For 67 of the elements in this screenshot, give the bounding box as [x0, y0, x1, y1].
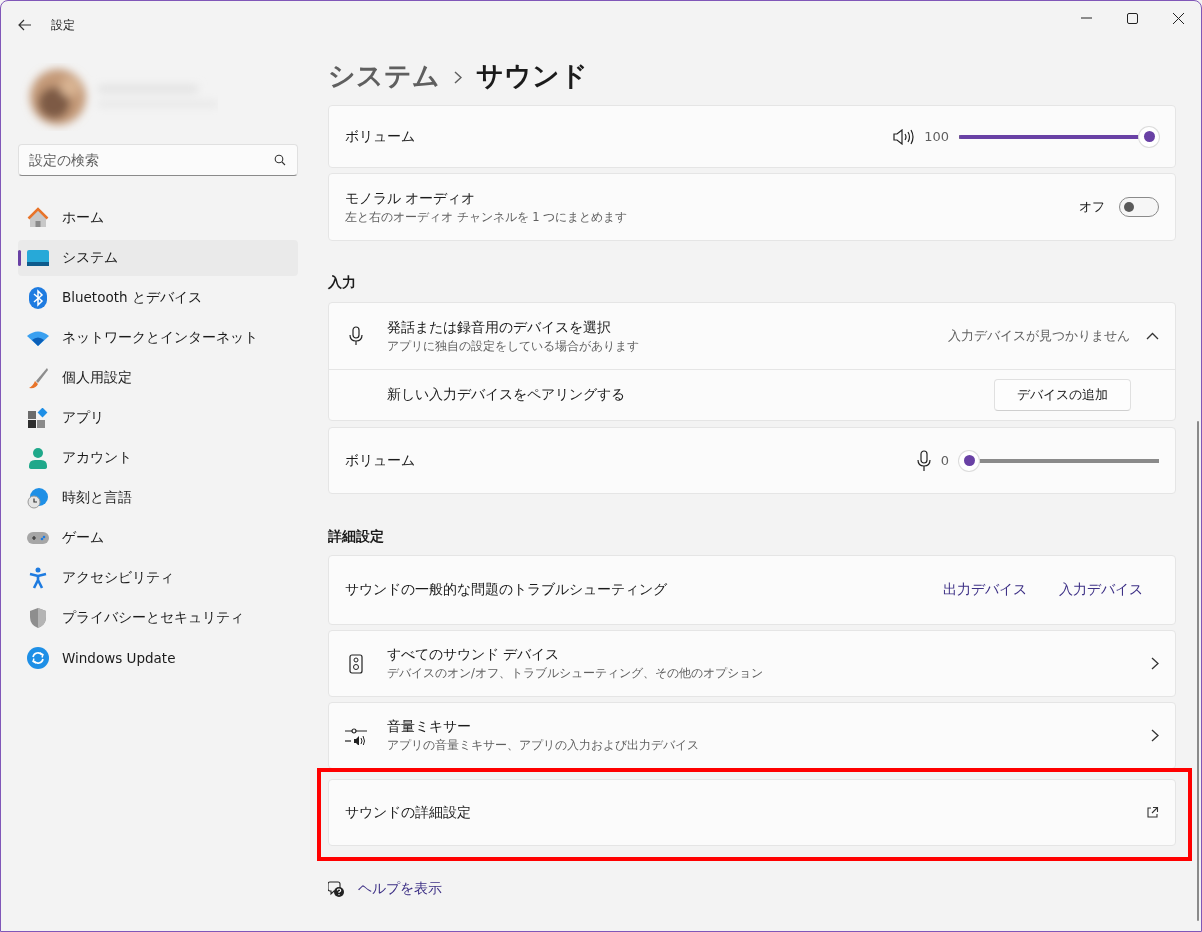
device-status: 入力デバイスが見つかりません: [948, 327, 1130, 345]
help-link[interactable]: ヘルプを表示: [358, 880, 442, 898]
setting-label: ボリューム: [345, 127, 416, 146]
microphone-icon[interactable]: [916, 449, 931, 472]
search-field[interactable]: 設定の検索: [18, 144, 298, 176]
section-heading: 詳細設定: [328, 527, 385, 546]
speaker-icon[interactable]: [892, 128, 915, 145]
toggle-state: オフ: [1079, 198, 1105, 216]
chevron-right-icon: [1151, 657, 1159, 670]
help-icon: [328, 881, 344, 897]
external-link-icon: [1146, 806, 1159, 819]
close-icon[interactable]: [1172, 12, 1184, 24]
setting-title: 発話または録音用のデバイスを選択: [387, 318, 612, 337]
chevron-up-icon[interactable]: [1146, 332, 1159, 340]
nav-item[interactable]: Bluetooth とデバイス: [18, 280, 298, 316]
globe-clock-icon: [27, 487, 49, 509]
paintbrush-icon: [27, 367, 49, 389]
nav-item[interactable]: プライバシーとセキュリティ: [18, 600, 298, 636]
gamepad-icon: [27, 530, 49, 546]
nav-item[interactable]: アプリ: [18, 400, 298, 436]
add-device-button[interactable]: デバイスの追加: [994, 379, 1131, 411]
nav-item[interactable]: アカウント: [18, 440, 298, 476]
nav-item[interactable]: システム: [18, 240, 298, 276]
link[interactable]: 入力デバイス: [1043, 573, 1159, 607]
volume-reading: 0: [940, 453, 949, 468]
nav-item[interactable]: ネットワークとインターネット: [18, 320, 298, 356]
scrollbar[interactable]: [1197, 421, 1199, 921]
back-arrow-icon[interactable]: [18, 19, 32, 31]
settings-row[interactable]: 音量ミキサー アプリの音量ミキサー、アプリの入力および出力デバイス: [328, 702, 1176, 769]
nav-item[interactable]: 個人用設定: [18, 360, 298, 396]
setting-description: 左と右のオーディオ チャンネルを 1 つにまとめます: [345, 209, 629, 225]
bluetooth-icon: [29, 287, 47, 309]
volume-reading: 100: [924, 129, 949, 144]
breadcrumb-link[interactable]: システム: [328, 57, 440, 94]
settings-row[interactable]: すべてのサウンド デバイス デバイスのオン/オフ、トラブルシューティング、その他のオプション: [328, 630, 1176, 697]
chevron-right-icon: [454, 70, 462, 84]
link[interactable]: 出力デバイス: [927, 573, 1043, 607]
page-title: サウンド: [476, 58, 588, 93]
section-heading: 入力: [328, 273, 357, 292]
monitor-icon: [27, 250, 49, 266]
maximize-icon[interactable]: [1126, 12, 1138, 24]
setting-title: モノラル オーディオ: [345, 189, 477, 208]
mixer-icon: [345, 726, 367, 745]
nav-item[interactable]: ゲーム: [18, 520, 298, 556]
sync-icon: [27, 647, 49, 669]
microphone-icon: [349, 326, 363, 346]
nav-item[interactable]: 時刻と言語: [18, 480, 298, 516]
apps-icon: [28, 408, 48, 428]
minimize-icon[interactable]: [1080, 17, 1092, 19]
setting-label: ボリューム: [345, 451, 416, 470]
person-icon: [28, 447, 48, 469]
accessibility-icon: [29, 567, 47, 589]
setting-label: サウンドの一般的な問題のトラブルシューティング: [345, 581, 668, 599]
toggle-switch[interactable]: [1119, 197, 1159, 217]
chevron-right-icon: [1151, 729, 1159, 742]
nav-item[interactable]: アクセシビリティ: [18, 560, 298, 596]
speaker-icon: [349, 653, 363, 674]
setting-description: アプリに独自の設定をしている場合があります: [387, 338, 640, 354]
home-icon: [27, 207, 49, 229]
setting-label: 新しい入力デバイスをペアリングする: [387, 386, 626, 404]
search-icon: [274, 154, 286, 166]
nav-item[interactable]: ホーム: [18, 200, 298, 236]
settings-row[interactable]: サウンドの詳細設定: [328, 779, 1176, 846]
window-title: 設定: [51, 16, 75, 34]
shield-icon: [29, 607, 47, 629]
wifi-icon: [27, 330, 49, 346]
nav-item[interactable]: Windows Update: [18, 640, 298, 676]
